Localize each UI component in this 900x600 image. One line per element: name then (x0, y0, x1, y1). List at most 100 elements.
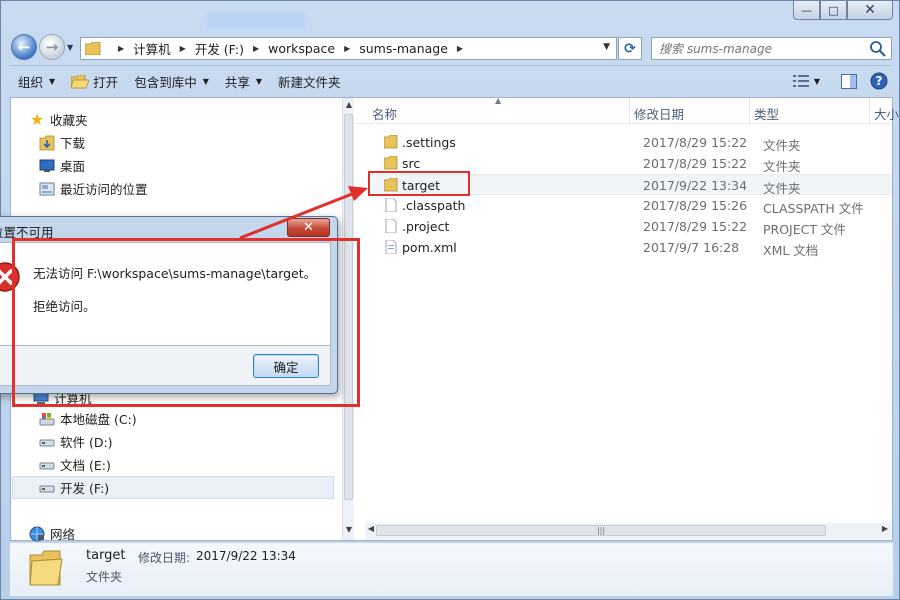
command-toolbar: 组织 ▼ 打开 包含到库中 ▼ 共享 ▼ 新建文件夹 ▼ ? (10, 65, 890, 97)
file-row-classpath[interactable]: .classpath 2017/8/29 15:26 CLASSPATH 文件 (372, 195, 892, 216)
nav-drive-f[interactable]: 开发 (F:) (39, 478, 109, 497)
breadcrumb-separator[interactable]: ▶ (344, 44, 350, 53)
breadcrumb-separator[interactable]: ▶ (253, 44, 259, 53)
new-folder-label: 新建文件夹 (278, 75, 341, 90)
back-button[interactable]: ← (11, 34, 37, 60)
breadcrumb-separator[interactable]: ▶ (118, 44, 124, 53)
sort-ascending-icon: ▲ (495, 96, 502, 105)
nav-desktop-label: 桌面 (60, 159, 86, 174)
search-icon[interactable] (869, 40, 887, 58)
file-name: pom.xml (402, 240, 457, 255)
folder-icon (384, 135, 398, 149)
nav-drive-d[interactable]: 软件 (D:) (39, 432, 113, 451)
folder-icon (85, 42, 101, 55)
close-button[interactable]: ✕ (847, 1, 893, 20)
navigation-bar: ← → ▼ ▶ 计算机 ▶ 开发 (F:) ▶ workspace ▶ sums… (1, 29, 899, 65)
file-name: .settings (402, 135, 456, 150)
title-glow (206, 11, 306, 29)
breadcrumb-separator[interactable]: ▶ (180, 44, 186, 53)
nav-drive-e[interactable]: 文档 (E:) (39, 455, 111, 474)
desktop-icon (39, 159, 55, 172)
view-options-button[interactable] (790, 70, 812, 92)
column-header-modified[interactable]: 修改日期 (634, 104, 684, 123)
file-modified: 2017/9/22 13:34 (643, 178, 748, 193)
column-divider[interactable] (749, 98, 750, 124)
column-divider[interactable] (869, 98, 870, 124)
nav-drive-c-label: 本地磁盘 (C:) (60, 412, 137, 427)
scroll-right-arrow-icon[interactable]: ▶ (879, 524, 891, 538)
share-label: 共享 (224, 75, 250, 90)
details-pane: target 修改日期: 2017/9/22 13:34 文件夹 (10, 542, 893, 596)
scroll-up-arrow-icon[interactable]: ▲ (343, 100, 355, 114)
minimize-button[interactable]: — (793, 1, 820, 20)
arrow-left-icon: ← (17, 38, 31, 56)
details-name: target (86, 548, 126, 563)
open-button[interactable]: 打开 (63, 70, 126, 94)
file-modified: 2017/9/7 16:28 (643, 240, 740, 255)
star-icon: ★ (29, 110, 45, 129)
close-icon: ✕ (303, 220, 314, 235)
file-row-project[interactable]: .project 2017/8/29 15:22 PROJECT 文件 (372, 216, 892, 237)
dialog-close-button[interactable]: ✕ (287, 218, 330, 237)
include-in-library-label: 包含到库中 (134, 75, 197, 90)
file-type: 文件夹 (763, 138, 801, 153)
dropdown-arrow-icon: ▼ (202, 77, 209, 86)
help-icon: ? (870, 72, 888, 90)
file-row-pom[interactable]: pom.xml 2017/9/7 16:28 XML 文档 (372, 237, 892, 258)
column-header-size[interactable]: 大小 (874, 104, 899, 123)
preview-pane-button[interactable] (838, 70, 860, 92)
breadcrumb-drive-f[interactable]: 开发 (F:) (195, 39, 244, 58)
network-icon (29, 526, 45, 541)
horizontal-scrollbar[interactable]: ◀ ||| ▶ (365, 523, 891, 539)
new-folder-button[interactable]: 新建文件夹 (270, 70, 349, 94)
nav-recent-places-label: 最近访问的位置 (60, 182, 148, 197)
nav-drive-e-label: 文档 (E:) (60, 458, 111, 473)
file-modified: 2017/8/29 15:22 (643, 135, 748, 150)
preview-pane-icon (841, 73, 857, 89)
file-name: .project (402, 219, 450, 234)
recent-pages-dropdown[interactable]: ▼ (67, 43, 73, 52)
include-in-library-menu[interactable]: 包含到库中 ▼ (126, 70, 217, 94)
nav-downloads[interactable]: 下载 (39, 133, 85, 152)
toolbar-right: ▼ ? (782, 70, 890, 92)
details-modified: 2017/9/22 13:34 (196, 549, 296, 563)
address-bar[interactable]: ▶ 计算机 ▶ 开发 (F:) ▶ workspace ▶ sums-manag… (80, 37, 617, 60)
dropdown-arrow-icon: ▼ (255, 77, 263, 86)
large-folder-icon (29, 550, 63, 586)
help-button[interactable]: ? (868, 70, 890, 92)
breadcrumb-sums-manage[interactable]: sums-manage (359, 41, 448, 56)
nav-desktop[interactable]: 桌面 (39, 156, 85, 175)
view-list-icon (792, 75, 809, 87)
nav-downloads-label: 下载 (60, 136, 86, 151)
annotation-box-dialog (12, 238, 360, 407)
nav-drive-c[interactable]: 本地磁盘 (C:) (39, 409, 137, 428)
nav-recent-places[interactable]: 最近访问的位置 (39, 179, 148, 198)
search-input[interactable] (651, 37, 892, 60)
file-row-settings[interactable]: .settings 2017/8/29 15:22 文件夹 (372, 132, 892, 153)
refresh-button[interactable]: ⟳ (618, 37, 642, 60)
column-header-type[interactable]: 类型 (754, 104, 779, 123)
share-menu[interactable]: 共享 ▼ (217, 70, 270, 94)
nav-drive-f-label: 开发 (F:) (60, 481, 110, 496)
maximize-button[interactable]: □ (820, 1, 847, 20)
drive-icon (39, 439, 55, 446)
file-type: CLASSPATH 文件 (763, 201, 864, 216)
breadcrumb-workspace[interactable]: workspace (268, 41, 335, 56)
nav-network[interactable]: 网络 (29, 524, 75, 543)
drive-icon (39, 462, 55, 469)
column-divider[interactable] (629, 98, 630, 124)
organize-menu[interactable]: 组织 ▼ (10, 70, 63, 94)
forward-button[interactable]: → (39, 34, 65, 60)
breadcrumb-separator[interactable]: ▶ (457, 44, 463, 53)
details-modified-label: 修改日期: (138, 551, 191, 565)
nav-favorites-label: 收藏夹 (50, 113, 88, 128)
caption-buttons: — □ ✕ (793, 1, 893, 20)
address-history-dropdown[interactable]: ▼ (603, 42, 610, 52)
scrollbar-thumb[interactable]: ||| (376, 525, 826, 536)
column-header-name[interactable]: 名称 (372, 104, 397, 123)
scroll-down-arrow-icon[interactable]: ▼ (343, 525, 355, 539)
nav-drive-d-label: 软件 (D:) (60, 435, 113, 450)
breadcrumb-computer[interactable]: 计算机 (133, 39, 171, 58)
nav-favorites[interactable]: ★ 收藏夹 (29, 110, 88, 129)
view-dropdown-arrow-icon[interactable]: ▼ (814, 77, 820, 86)
